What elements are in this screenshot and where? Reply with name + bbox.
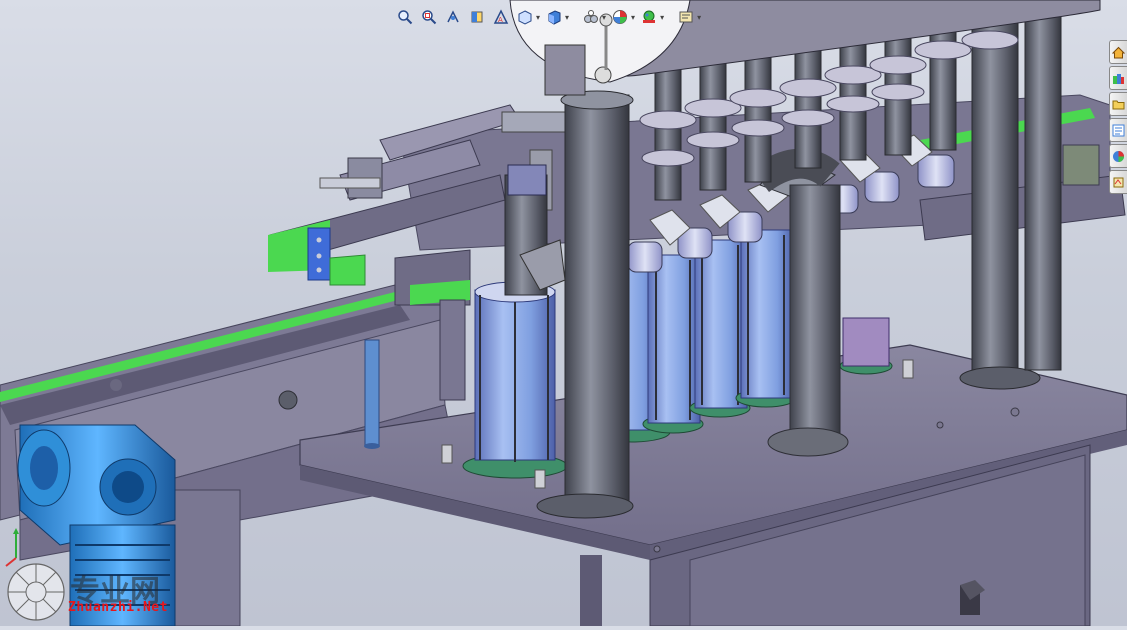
- heads-up-view-toolbar: A ▾ ▾ ▾ ▾ ▾ ▾: [395, 4, 701, 30]
- edit-appearance-button[interactable]: [610, 7, 630, 27]
- task-pane-tab-view-palette[interactable]: [1109, 118, 1127, 142]
- hide-show-items-icon: [584, 10, 599, 23]
- view-settings-button[interactable]: [676, 7, 696, 27]
- file-explorer-icon: [1112, 100, 1125, 109]
- zoom-to-area-button[interactable]: [419, 7, 439, 27]
- zoom-to-area-icon: [422, 10, 437, 25]
- watermark-text: Zhuanzhi.Net: [68, 600, 168, 615]
- appearances-scenes-icon: [1113, 150, 1124, 162]
- home-resources-icon: [1112, 46, 1125, 58]
- view-settings-dropdown[interactable]: ▾: [697, 13, 701, 22]
- display-style-icon: [548, 10, 561, 25]
- dynamic-annotation-icon: A: [493, 9, 509, 24]
- edit-appearance-dropdown[interactable]: ▾: [631, 13, 635, 22]
- section-view-button[interactable]: [467, 7, 487, 27]
- task-pane-tab-home[interactable]: [1109, 40, 1127, 64]
- task-pane-tab-custom-properties[interactable]: [1109, 170, 1127, 194]
- view-palette-icon: [1112, 124, 1125, 136]
- view-orientation-icon: [518, 10, 532, 25]
- edit-appearance-icon: [613, 10, 628, 24]
- pump-cylinder: [839, 317, 893, 375]
- hide-show-items-button[interactable]: [581, 7, 601, 27]
- previous-view-icon: [447, 10, 459, 23]
- dynamic-annotation-button[interactable]: A: [491, 7, 511, 27]
- view-orientation-button[interactable]: [515, 7, 535, 27]
- view-orientation-dropdown[interactable]: ▾: [536, 13, 540, 22]
- apply-scene-button[interactable]: [639, 7, 659, 27]
- view-settings-icon: [679, 11, 693, 23]
- task-pane-tabs: [1109, 40, 1127, 194]
- model-viewport[interactable]: A ▾ ▾ ▾ ▾ ▾ ▾ 专业网 Zhuanzhi.Net: [0, 0, 1127, 627]
- custom-properties-icon: [1113, 177, 1124, 187]
- assembly-3d-view[interactable]: [0, 0, 1127, 627]
- task-pane-tab-design-library[interactable]: [1109, 66, 1127, 90]
- display-style-button[interactable]: [544, 7, 564, 27]
- design-library-icon: [1113, 73, 1124, 84]
- display-style-dropdown[interactable]: ▾: [565, 13, 569, 22]
- pump-cylinder: [462, 281, 568, 479]
- task-pane-tab-file-explorer[interactable]: [1109, 92, 1127, 116]
- task-pane-tab-appearances[interactable]: [1109, 144, 1127, 168]
- apply-scene-dropdown[interactable]: ▾: [660, 13, 664, 22]
- svg-text:A: A: [498, 16, 503, 24]
- apply-scene-icon: [643, 10, 656, 23]
- zoom-to-fit-button[interactable]: [395, 7, 415, 27]
- zoom-to-fit-icon: [398, 10, 413, 25]
- section-view-icon: [471, 11, 483, 23]
- hide-show-items-dropdown[interactable]: ▾: [602, 13, 606, 22]
- pump-cylinder: [735, 229, 797, 408]
- previous-view-button[interactable]: [443, 7, 463, 27]
